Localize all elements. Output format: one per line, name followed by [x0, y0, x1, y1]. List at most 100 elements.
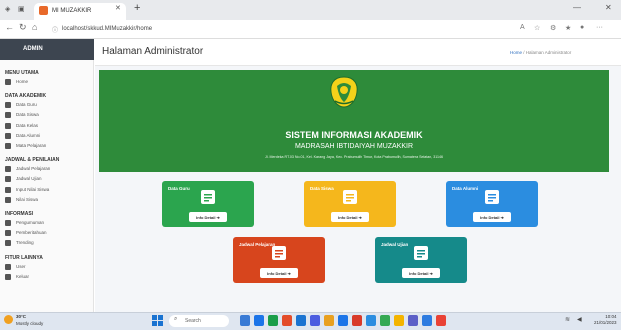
sidebar-item-label: Keluar: [16, 273, 30, 279]
home-nav-icon[interactable]: ⌂: [32, 22, 37, 32]
weather-temp[interactable]: 30°C: [16, 314, 26, 319]
sidebar-item[interactable]: Pemberitahuan: [5, 230, 91, 240]
sidebar-section-heading: DATA AKADEMIK: [5, 93, 47, 100]
browser-menu-icon[interactable]: ◈: [5, 5, 10, 13]
info-detail-button[interactable]: Info Detail ➜: [260, 268, 298, 278]
chart-icon: [5, 196, 11, 203]
alumni-icon: [5, 132, 11, 139]
bookmark-star-icon[interactable]: ☆: [534, 24, 540, 32]
close-window-icon[interactable]: ✕: [605, 3, 612, 12]
dashboard-card: Data Alumni Info Detail ➜: [446, 181, 538, 227]
megaphone-icon: [5, 240, 11, 247]
dashboard-card: Data Guru Info Detail ➜: [162, 181, 254, 227]
new-tab-button[interactable]: +: [134, 2, 140, 14]
arrow-right-icon: ➜: [286, 271, 291, 276]
tab-close-icon[interactable]: ✕: [115, 4, 121, 12]
extensions-icon[interactable]: ⚙: [550, 24, 556, 32]
favicon-icon: [39, 6, 48, 15]
favorites-icon[interactable]: ★: [565, 24, 571, 32]
sidebar-item[interactable]: Data Guru: [5, 102, 91, 112]
arrow-right-icon: ➜: [499, 215, 504, 220]
sidebar-item[interactable]: Pengumuman: [5, 220, 91, 230]
sidebar-item[interactable]: Nilai Siswa: [5, 196, 91, 207]
taskbar-app-icon[interactable]: [268, 315, 278, 326]
back-icon[interactable]: ←: [5, 22, 14, 32]
taskbar-app-icon[interactable]: [324, 315, 334, 326]
taskbar-app-icon[interactable]: [296, 315, 306, 326]
taskbar-app-icon[interactable]: [240, 315, 250, 326]
sidebar-item[interactable]: Trending: [5, 240, 91, 250]
tab-list-icon[interactable]: ▣: [18, 5, 25, 13]
info-detail-button[interactable]: Info Detail ➜: [473, 212, 511, 222]
taskbar-app-icon[interactable]: [366, 315, 376, 326]
student-icon: [5, 112, 11, 119]
taskbar-app-icon[interactable]: [310, 315, 320, 326]
taskbar-app-icon[interactable]: [380, 315, 390, 326]
url-field[interactable]: localhost/skkud.MIMuzakkir/home: [62, 23, 562, 36]
taskbar-clock[interactable]: 10:04 21/01/2023: [594, 314, 617, 326]
sidebar-item-label: Mata Pelajaran: [16, 143, 47, 149]
taskbar-search[interactable]: Search: [169, 315, 229, 327]
taskbar-app-icon[interactable]: [422, 315, 432, 326]
sidebar-item[interactable]: Data Alumni: [5, 132, 91, 143]
taskbar-app-icon[interactable]: [436, 315, 446, 326]
sidebar-item[interactable]: Data Kelas: [5, 122, 91, 133]
teacher-board-icon: [201, 190, 215, 204]
calendar-icon: [5, 166, 11, 173]
arrow-right-icon: ➜: [357, 215, 362, 220]
sidebar-item-label: User: [16, 263, 26, 269]
brand-title: ADMIN: [0, 39, 94, 60]
translate-icon[interactable]: A: [520, 24, 525, 31]
clock-date: 21/01/2023: [594, 320, 617, 325]
dashboard-card: Data Siswa Info Detail ➜: [304, 181, 396, 227]
sidebar-item-label: Trending: [16, 240, 34, 246]
info-icon: [5, 230, 11, 237]
taskbar-app-icon[interactable]: [394, 315, 404, 326]
sidebar-item[interactable]: Home: [5, 79, 91, 89]
sidebar-item[interactable]: Mata Pelajaran: [5, 143, 91, 153]
calendar-icon: [5, 176, 11, 183]
breadcrumb-home-link[interactable]: Home: [510, 50, 522, 55]
banner-address: Jl. Merdeka RT.03 No.01, Kel. Karang Jay…: [264, 155, 444, 159]
taskbar-app-icon[interactable]: [352, 315, 362, 326]
taskbar-app-icon[interactable]: [282, 315, 292, 326]
sidebar-section-heading: INFORMASI: [5, 211, 34, 217]
profile-icon[interactable]: ●: [580, 24, 584, 31]
more-menu-icon[interactable]: ···: [596, 24, 603, 31]
sidebar-item-label: Pengumuman: [16, 220, 45, 226]
info-detail-button[interactable]: Info Detail ➜: [331, 212, 369, 222]
wifi-icon[interactable]: ≋: [565, 316, 570, 323]
volume-icon[interactable]: ◀: [577, 316, 582, 323]
refresh-icon[interactable]: ↻: [19, 22, 27, 33]
sidebar-item[interactable]: Jadwal Pelajaran: [5, 166, 91, 176]
taskbar-app-icon[interactable]: [254, 315, 264, 326]
breadcrumb-current: Halaman Administrator: [525, 50, 572, 55]
minimize-icon[interactable]: —: [573, 3, 581, 12]
arrow-right-icon: ➜: [428, 271, 433, 276]
logout-icon: [5, 273, 11, 280]
sidebar-item[interactable]: User: [5, 263, 91, 274]
megaphone-icon: [5, 220, 11, 226]
banner-school-name: MADRASAH IBTIDAIYAH MUZAKKIR: [294, 143, 414, 150]
taskbar-app-icon[interactable]: [408, 315, 418, 326]
card-title: Data Guru: [168, 186, 190, 191]
info-detail-button[interactable]: Info Detail ➜: [402, 268, 440, 278]
banner-heading: SISTEM INFORMASI AKADEMIK: [285, 130, 423, 140]
class-icon: [5, 122, 11, 129]
calendar-icon: [414, 246, 428, 260]
taskbar-app-icon[interactable]: [338, 315, 348, 326]
sidebar-item[interactable]: Data Siswa: [5, 112, 91, 122]
sidebar-item[interactable]: Keluar: [5, 273, 91, 284]
sidebar-item-label: Data Guru: [16, 102, 37, 108]
start-icon[interactable]: [152, 315, 163, 326]
info-detail-button[interactable]: Info Detail ➜: [189, 212, 227, 222]
info-detail-label: Info Detail: [338, 215, 358, 220]
sidebar-item[interactable]: Jadwal Ujian: [5, 176, 91, 186]
sidebar-item-label: Home: [16, 79, 29, 85]
site-info-icon[interactable]: ⓘ: [52, 25, 58, 34]
info-detail-label: Info Detail: [196, 215, 216, 220]
sidebar-item-label: Jadwal Ujian: [16, 176, 42, 182]
sidebar-item[interactable]: Input Nilai Siswa: [5, 186, 91, 197]
weather-desc: Mostly cloudy: [16, 321, 44, 326]
info-detail-label: Info Detail: [480, 215, 500, 220]
